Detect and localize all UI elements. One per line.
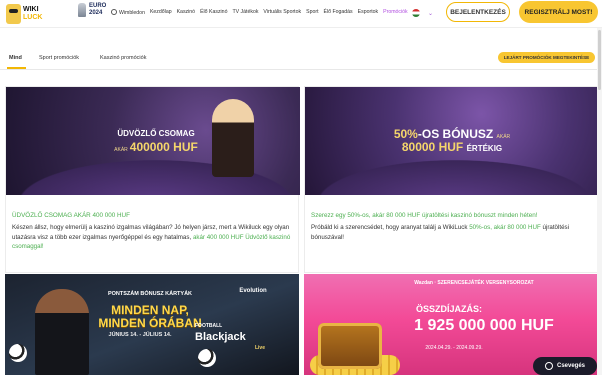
nav-live-casino[interactable]: Élő Kaszinó	[200, 9, 227, 16]
nav-live-betting[interactable]: Élő Fogadás	[324, 9, 353, 16]
promo-card-welcome[interactable]: ÜDVÖZLŐ CSOMAG AKÁR 400000 HUF ÜDVÖZLŐ CS…	[5, 86, 300, 273]
euro-2024-link[interactable]: EURO 2024	[78, 3, 106, 17]
chat-label: Csevegés	[556, 363, 586, 369]
banner-up-to: AKÁR	[114, 147, 128, 153]
casino-table	[6, 153, 300, 195]
euro-label: EURO 2024	[89, 3, 106, 17]
casino-table	[305, 153, 599, 195]
banner-title: ÜDVÖZLŐ CSOMAG	[117, 129, 195, 138]
promo-card-evolution[interactable]: PONTSZÁM BÓNUSZ KÁRTYÁK Evolution MINDEN…	[5, 274, 299, 375]
game-sub: Live	[254, 345, 265, 351]
banner-amount-value: 400000 HUF	[129, 140, 198, 154]
dealer-figure	[35, 289, 89, 375]
wikiluck-logo[interactable]: WIKI LUCK	[6, 2, 50, 26]
blackjack-logo: FOOTBALL Blackjack Live	[195, 321, 265, 354]
top-navigation-bar: WIKI LUCK EURO 2024 Wimbledon Kezdőlap K…	[0, 0, 602, 28]
promo-banner-evolution[interactable]: PONTSZÁM BÓNUSZ KÁRTYÁK Evolution MINDEN…	[5, 274, 299, 375]
tab-sport-promotions[interactable]: Sport promóciók	[39, 55, 79, 61]
banner-amount-value: 80000 HUF	[401, 140, 464, 154]
nav-label: Wimbledon	[119, 10, 145, 16]
card-heading[interactable]: ÜDVÖZLŐ CSOMAG AKÁR 400 000 HUF	[12, 212, 130, 219]
card-text-main: Próbáld ki a szerencsédet, hogy aranyat …	[311, 224, 468, 231]
tennis-ball-icon	[111, 9, 117, 15]
tab-all[interactable]: Mind	[9, 55, 22, 61]
euro-line1: EURO	[89, 3, 107, 9]
nav-casino[interactable]: Kaszinó	[177, 9, 195, 16]
tabs-divider	[0, 69, 602, 70]
banner-prize-amount: 1 925 000 000 HUF	[414, 317, 554, 334]
logo-line2: LUCK	[23, 14, 43, 21]
main-nav: Wimbledon Kezdőlap Kaszinó Élő Kaszinó T…	[111, 9, 408, 16]
euro-line2: 2024	[89, 10, 103, 16]
card-text-highlight: 50%-os, akár 80 000 HUF	[469, 224, 541, 231]
evolution-logo: Evolution	[239, 288, 267, 294]
promo-banner-welcome[interactable]: ÜDVÖZLŐ CSOMAG AKÁR 400000 HUF	[6, 87, 300, 195]
dealer-figure	[212, 99, 254, 177]
login-button[interactable]: BEJELENTKEZÉS	[446, 2, 510, 22]
game-name: Blackjack	[195, 331, 246, 343]
card-description: Próbáld ki a szerencsédet, hogy aranyat …	[311, 223, 591, 242]
chat-bubble-icon	[544, 362, 553, 370]
promo-filter-tabs: Mind Sport promóciók Kaszinó promóciók L…	[0, 48, 602, 69]
banner-amount: 80000 HUF ÉRTÉKIG	[367, 140, 537, 154]
nav-esports[interactable]: Esportok	[358, 9, 378, 16]
football-icon	[9, 344, 27, 362]
nav-wimbledon[interactable]: Wimbledon	[111, 9, 145, 16]
nav-virtual-sports[interactable]: Virtuális Sportok	[263, 9, 301, 16]
banner-amount: AKÁR 400000 HUF	[101, 140, 211, 154]
register-button[interactable]: REGISZTRÁLJ MOST!	[519, 1, 598, 23]
banner-percent: 50%	[393, 127, 418, 141]
banner-suffix: ÉRTÉKIG	[466, 144, 503, 153]
nav-promotions[interactable]: Promóciók	[383, 9, 408, 16]
scrollbar-thumb[interactable]	[598, 30, 601, 90]
banner-top-text: PONTSZÁM BÓNUSZ KÁRTYÁK	[107, 291, 193, 297]
trophy-icon	[78, 3, 86, 17]
promo-card-reload[interactable]: 50%-OS BÓNUSZ AKÁR 80000 HUF ÉRTÉKIG Sze…	[304, 86, 599, 273]
promo-banner-reload[interactable]: 50%-OS BÓNUSZ AKÁR 80000 HUF ÉRTÉKIG	[305, 87, 599, 195]
banner-prize-label: ÖSSZDÍJAZÁS:	[415, 304, 482, 314]
banner-dates: 2024.04.29. - 2024.09.29.	[425, 345, 483, 351]
nav-sport[interactable]: Sport	[306, 9, 318, 16]
chevron-down-icon: ⌄	[428, 10, 434, 17]
card-description: Készen állsz, hogy elmerülj a kaszinó iz…	[12, 223, 292, 252]
banner-title: 50%-OS BÓNUSZ AKÁR	[367, 127, 537, 141]
tab-casino-promotions[interactable]: Kaszinó promóciók	[100, 55, 146, 61]
banner-dates: JÚNIUS 14. - JÚLIUS 14.	[108, 332, 172, 338]
treasure-chest-icon	[318, 323, 382, 369]
expired-promotions-button[interactable]: LEJÁRT PROMÓCIÓK MEGTEKINTÉSE	[498, 52, 595, 63]
card-heading[interactable]: Szerezz egy 50%-os, akár 80 000 HUF újra…	[311, 212, 537, 219]
language-selector[interactable]: ⌄	[412, 9, 433, 17]
logo-mascot-icon	[6, 4, 21, 24]
nav-home[interactable]: Kezdőlap	[150, 9, 172, 16]
banner-bonus: -OS BÓNUSZ	[417, 127, 494, 141]
nav-tv-games[interactable]: TV Játékok	[232, 9, 258, 16]
wazdan-logo: Wazdan · SZERENCSEJÁTÉK VERSENYSOROZAT	[414, 280, 534, 286]
header-divider	[0, 27, 602, 28]
logo-line1: WIKI	[23, 6, 39, 13]
logo-text: WIKI LUCK	[23, 6, 42, 22]
chat-button[interactable]: Csevegés	[533, 357, 597, 375]
hungary-flag-icon	[412, 9, 420, 17]
